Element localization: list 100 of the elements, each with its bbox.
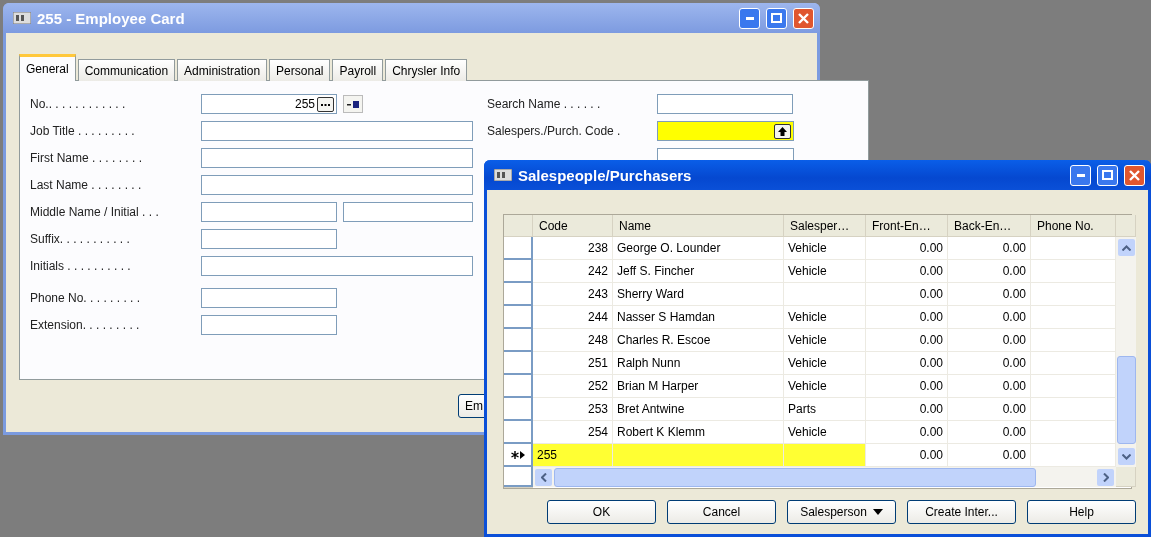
table-cell: 0.00: [948, 352, 1031, 375]
table-cell: 248: [533, 329, 613, 352]
tab[interactable]: Communication: [77, 59, 176, 81]
field-label: Job Title . . . . . . . . .: [30, 124, 136, 138]
ellipsis-button[interactable]: [317, 96, 334, 112]
table-cell: 0.00: [866, 352, 948, 375]
tab[interactable]: Personal: [269, 59, 331, 81]
scrollbar-corner: [504, 487, 533, 488]
scroll-right-button[interactable]: [1097, 468, 1114, 486]
minimize-button[interactable]: [1070, 164, 1091, 186]
field-label: Search Name . . . . . .: [487, 97, 602, 111]
field-label: Last Name . . . . . . . .: [30, 178, 143, 192]
field-label: Middle Name / Initial . . .: [30, 205, 160, 219]
header-cell: [504, 215, 533, 237]
tab[interactable]: Chrysler Info: [385, 59, 468, 81]
maximize-button[interactable]: [766, 7, 787, 29]
table-cell: 0.00: [866, 260, 948, 283]
text-field[interactable]: [201, 121, 473, 141]
dialog-button[interactable]: Help: [1027, 500, 1136, 524]
table-cell: Vehicle: [784, 375, 866, 398]
text-field[interactable]: [201, 229, 337, 249]
field-label: Extension. . . . . . . . .: [30, 318, 141, 332]
scroll-left-button[interactable]: [535, 468, 552, 486]
minimize-icon: [1076, 173, 1085, 177]
close-icon: [1129, 169, 1140, 181]
horizontal-scrollbar[interactable]: [533, 467, 1116, 487]
lookup-button[interactable]: [774, 123, 791, 139]
table-cell: 0.00: [866, 283, 948, 306]
table-cell: 251: [533, 352, 613, 375]
table-cell: George O. Lounder: [613, 237, 784, 260]
column-header[interactable]: Name: [613, 215, 784, 237]
dialog-button[interactable]: Salesperson: [787, 500, 896, 524]
text-field[interactable]: [343, 202, 473, 222]
table-cell: 0.00: [948, 283, 1031, 306]
table-cell: Brian M Harper: [613, 375, 784, 398]
close-button[interactable]: [1124, 164, 1145, 186]
ellipsis-icon: [321, 102, 330, 106]
maximize-button[interactable]: [1097, 164, 1118, 186]
scroll-thumb[interactable]: [1116, 356, 1136, 444]
table-cell: 0.00: [866, 237, 948, 260]
minimize-icon: [745, 16, 754, 20]
table-cell: 242: [533, 260, 613, 283]
table-cell: 0.00: [948, 398, 1031, 421]
tab[interactable]: Administration: [177, 59, 268, 81]
table-cell: 255: [533, 444, 613, 467]
table-cell: 0.00: [948, 329, 1031, 352]
maximize-icon: [771, 13, 782, 23]
text-field[interactable]: [201, 148, 473, 168]
table-cell: Sherry Ward: [613, 283, 784, 306]
assist-edit-icon[interactable]: [343, 95, 363, 113]
table-cell: Nasser S Hamdan: [613, 306, 784, 329]
minimize-button[interactable]: [739, 7, 760, 29]
number-field[interactable]: 255: [201, 94, 337, 114]
chevron-down-icon: [1121, 453, 1131, 460]
tab[interactable]: Payroll: [332, 59, 384, 81]
dialog-button[interactable]: Cancel: [667, 500, 776, 524]
dialog-button[interactable]: OK: [547, 500, 656, 524]
table-cell: Bret Antwine: [613, 398, 784, 421]
field-label: Phone No. . . . . . . . .: [30, 291, 142, 305]
table-cell: Vehicle: [784, 306, 866, 329]
text-field[interactable]: [201, 202, 337, 222]
field-label: First Name . . . . . . . .: [30, 151, 143, 165]
table-cell: Jeff S. Fincher: [613, 260, 784, 283]
window-title: 255 - Employee Card: [37, 9, 186, 27]
text-field[interactable]: [201, 175, 473, 195]
table-cell: 0.00: [948, 237, 1031, 260]
window-icon: [13, 12, 31, 24]
table-cell: 0.00: [948, 421, 1031, 444]
scroll-up-button[interactable]: [1117, 239, 1135, 256]
table-cell: Vehicle: [784, 260, 866, 283]
lookup-field[interactable]: [657, 121, 794, 141]
row-selector[interactable]: [504, 444, 533, 467]
scroll-thumb[interactable]: [554, 467, 1036, 487]
scroll-down-button[interactable]: [1117, 448, 1135, 465]
header-cell: [1116, 215, 1136, 237]
window-icon: [494, 169, 512, 181]
chevron-left-icon: [540, 472, 547, 482]
new-row-marker-icon: [510, 449, 525, 460]
column-header[interactable]: Code: [533, 215, 613, 237]
text-field[interactable]: [201, 288, 337, 308]
field-label: Suffix. . . . . . . . . . .: [30, 232, 131, 246]
text-field[interactable]: [201, 315, 337, 335]
field-label: No.. . . . . . . . . . . .: [30, 97, 127, 111]
table-cell: 0.00: [866, 421, 948, 444]
tab[interactable]: General: [19, 54, 76, 81]
column-header[interactable]: Back-En…: [948, 215, 1031, 237]
column-header[interactable]: Salesper…: [784, 215, 866, 237]
up-arrow-icon: [778, 126, 787, 136]
table-cell: 238: [533, 237, 613, 260]
table-cell: Ralph Nunn: [613, 352, 784, 375]
table-cell: Parts: [784, 398, 866, 421]
text-field[interactable]: [201, 256, 473, 276]
text-field[interactable]: [657, 94, 793, 114]
column-header[interactable]: Phone No.: [1031, 215, 1116, 237]
dialog-button[interactable]: Create Inter...: [907, 500, 1016, 524]
table-cell: 0.00: [866, 306, 948, 329]
caret-icon: [872, 509, 883, 515]
column-header[interactable]: Front-En…: [866, 215, 948, 237]
vertical-scrollbar[interactable]: [1116, 237, 1136, 467]
close-button[interactable]: [793, 7, 814, 29]
